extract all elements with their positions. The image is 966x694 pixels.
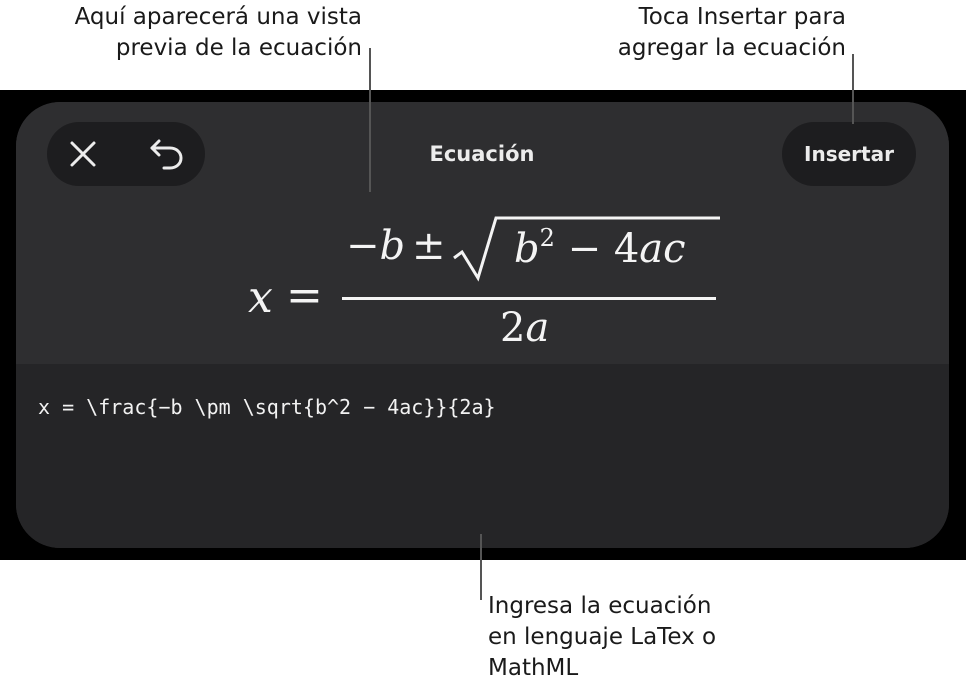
callout-preview: Aquí aparecerá una vista previa de la ec… (40, 2, 362, 64)
numerator-b: b (379, 223, 406, 269)
plus-minus-sign: ± (412, 223, 446, 269)
radicand: b2 − 4ac (514, 226, 686, 269)
callout-input: Ingresa la ecuación en lenguaje LaTex o … (488, 591, 716, 684)
callout-insert-line-2: agregar la ecuación (617, 35, 846, 61)
equation-sheet: Ecuación Insertar x = −b ± b2 − 4ac 2a x… (16, 102, 949, 548)
latex-input[interactable]: x = \frac{−b \pm \sqrt{b^2 − 4ac}}{2a} (38, 390, 918, 424)
denominator-variable: a (525, 305, 550, 351)
leader-line-insert (852, 54, 854, 124)
denominator: 2a (500, 308, 549, 348)
callout-input-line-1: Ingresa la ecuación (488, 593, 712, 619)
radicand-exponent: 2 (539, 224, 555, 252)
callout-preview-line-2: previa de la ecuación (115, 35, 362, 61)
denominator-coefficient: 2 (500, 305, 526, 351)
leader-line-input (480, 534, 482, 600)
callout-input-line-3: MathML (488, 655, 579, 681)
callout-preview-line-1: Aquí aparecerá una vista (74, 4, 362, 30)
equation-preview: x = −b ± b2 − 4ac 2a (16, 102, 949, 364)
numerator-minus-sign: − (346, 223, 380, 269)
callout-input-line-2: en lenguaje LaTex o (488, 624, 717, 650)
callout-insert: Toca Insertar para agregar la ecuación (560, 2, 846, 64)
numerator-minus-b: −b (346, 226, 405, 266)
equation-equals: = (286, 270, 323, 321)
callout-insert-line-1: Toca Insertar para (638, 4, 846, 30)
equation-lhs: x (248, 272, 273, 323)
device-screen: Ecuación Insertar x = −b ± b2 − 4ac 2a x… (0, 90, 966, 560)
leader-line-preview (369, 48, 371, 192)
radicand-minus-four: − 4 (554, 226, 640, 272)
radicand-ac: ac (639, 226, 686, 272)
fraction-bar (342, 297, 716, 300)
radicand-b: b (514, 226, 540, 272)
